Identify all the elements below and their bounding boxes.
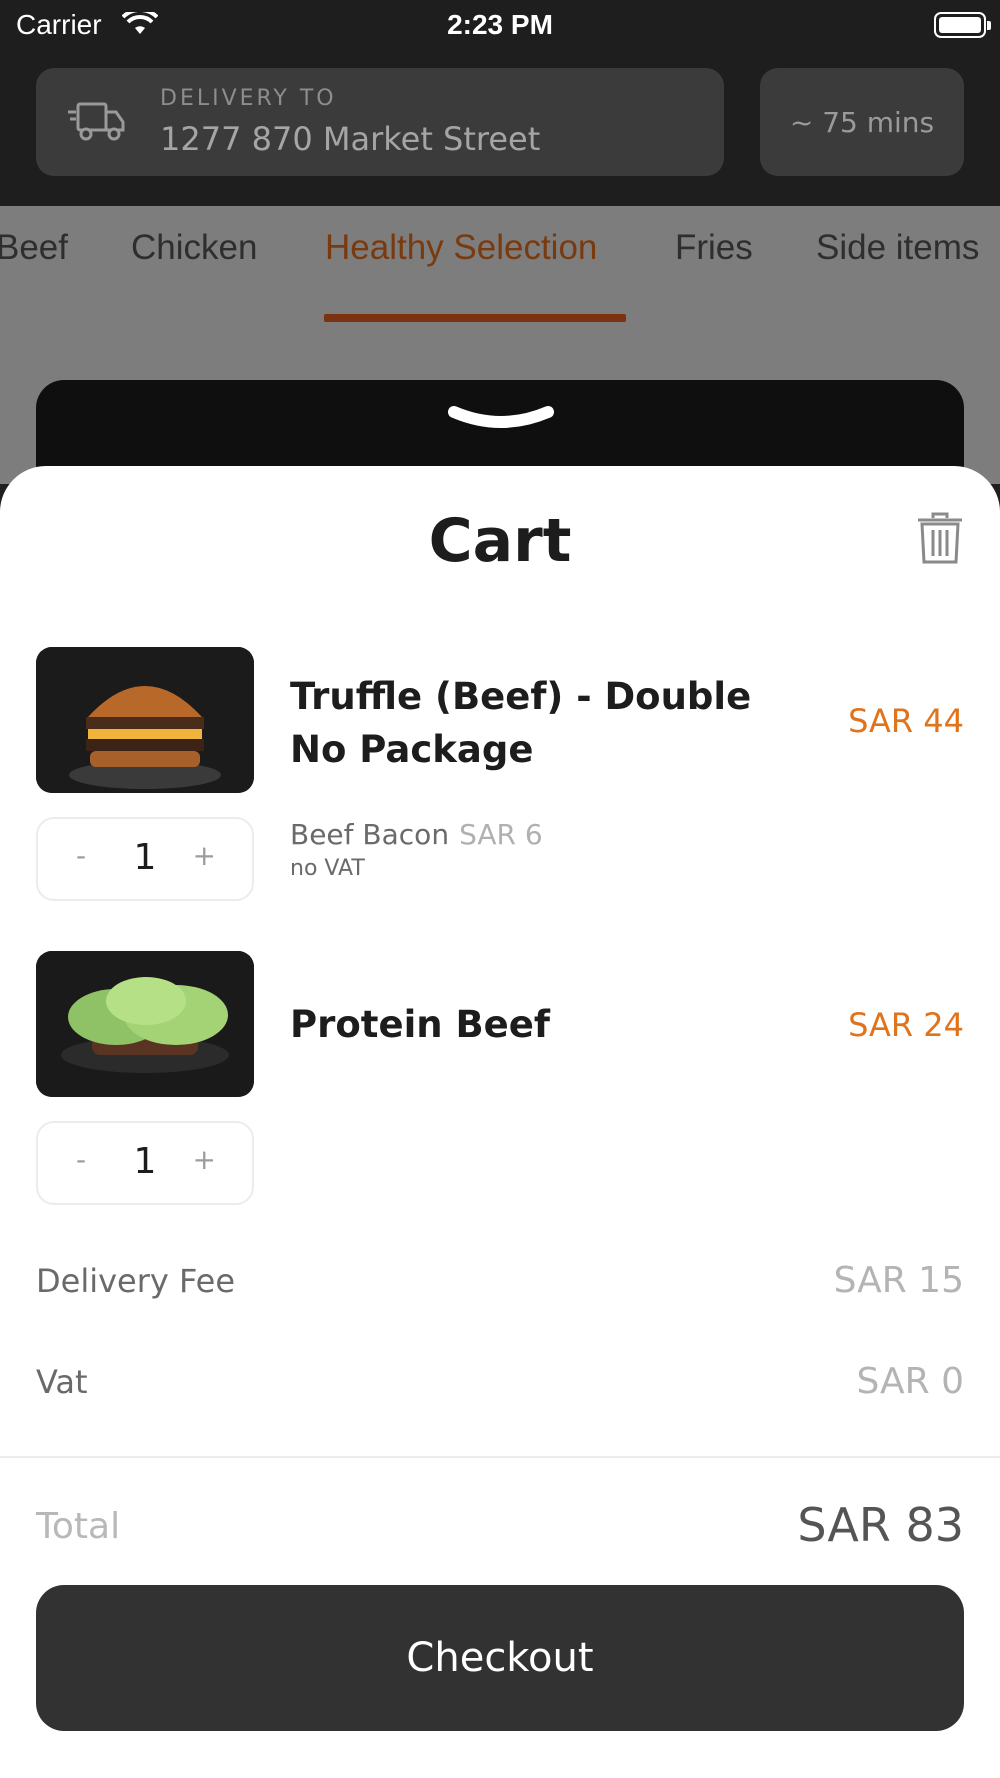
item-price: SAR 24 <box>848 1006 964 1044</box>
active-tab-indicator <box>324 314 626 322</box>
addon-name: Beef Bacon <box>290 818 450 851</box>
tab-fries[interactable]: Fries <box>675 228 753 268</box>
tab-beef[interactable]: Beef <box>0 228 68 268</box>
vat-value: SAR 0 <box>856 1361 964 1402</box>
app-header: DELIVERY TO 1277 870 Market Street ~ 75 … <box>0 50 1000 206</box>
addon-price: SAR 6 <box>459 818 543 851</box>
tab-side-items[interactable]: Side items <box>816 228 979 268</box>
trash-icon[interactable] <box>916 512 964 564</box>
addon-line: Beef Bacon SAR 6 <box>290 818 543 851</box>
checkout-label: Checkout <box>406 1635 594 1681</box>
clock: 2:23 PM <box>447 9 553 40</box>
sheet-dismiss-handle[interactable] <box>446 404 556 434</box>
total-label: Total <box>36 1506 121 1547</box>
item-image-protein-beef <box>36 951 254 1097</box>
item-price: SAR 44 <box>848 702 964 740</box>
quantity-value: 1 <box>133 1141 157 1182</box>
total-value: SAR 83 <box>797 1498 964 1552</box>
divider <box>0 1456 1000 1458</box>
delivery-fee-value: SAR 15 <box>833 1260 964 1301</box>
tab-healthy-selection[interactable]: Healthy Selection <box>325 228 597 268</box>
cart-title: Cart <box>428 506 572 576</box>
delivery-fee-label: Delivery Fee <box>36 1262 236 1300</box>
delivery-address: 1277 870 Market Street <box>160 120 541 158</box>
item-image-truffle-beef <box>36 647 254 793</box>
status-bar: Carrier 2:23 PM <box>0 0 1000 50</box>
delivery-address-button[interactable]: DELIVERY TO 1277 870 Market Street <box>36 68 724 176</box>
battery-icon <box>934 12 991 38</box>
delivery-to-label: DELIVERY TO <box>160 86 337 111</box>
tab-chicken[interactable]: Chicken <box>131 228 257 268</box>
addon-note: no VAT <box>290 856 365 881</box>
item-name-line1: Truffle (Beef) - Double <box>290 675 752 718</box>
item-name-line2: No Package <box>290 728 534 771</box>
eta-label: ~ 75 mins <box>789 105 935 139</box>
quantity-stepper: - 1 + <box>36 817 254 901</box>
increase-quantity-button[interactable]: + <box>193 1143 216 1176</box>
category-tabs: Beef Chicken Healthy Selection Fries Sid… <box>0 206 1000 324</box>
cart-sheet: Cart Truffle (Beef) - Double No Package … <box>0 466 1000 1778</box>
checkout-button[interactable]: Checkout <box>36 1585 964 1731</box>
quantity-value: 1 <box>133 837 157 878</box>
truck-icon <box>68 102 125 141</box>
eta-button[interactable]: ~ 75 mins <box>760 68 964 176</box>
vat-label: Vat <box>36 1363 88 1401</box>
quantity-stepper: - 1 + <box>36 1121 254 1205</box>
item-name: Protein Beef <box>290 1003 550 1046</box>
increase-quantity-button[interactable]: + <box>193 839 216 872</box>
